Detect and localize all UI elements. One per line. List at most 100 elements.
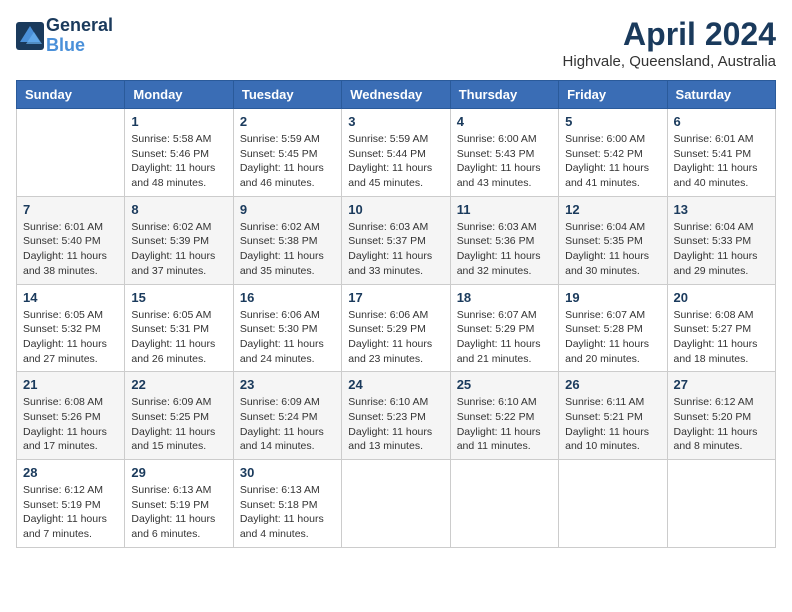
day-number: 4: [457, 114, 552, 129]
header-thursday: Thursday: [450, 81, 558, 109]
day-detail: Sunrise: 6:02 AMSunset: 5:38 PMDaylight:…: [240, 220, 335, 279]
day-detail: Sunrise: 6:07 AMSunset: 5:29 PMDaylight:…: [457, 308, 552, 367]
calendar-cell: 18 Sunrise: 6:07 AMSunset: 5:29 PMDayligh…: [450, 284, 558, 372]
day-detail: Sunrise: 6:08 AMSunset: 5:27 PMDaylight:…: [674, 308, 769, 367]
calendar-cell: 27Sunrise: 6:12 AMSunset: 5:20 PMDayligh…: [667, 372, 775, 460]
calendar-cell: 26 Sunrise: 6:11 AMSunset: 5:21 PMDayligh…: [559, 372, 667, 460]
day-number: 10: [348, 202, 443, 217]
day-detail: Sunrise: 6:04 AMSunset: 5:33 PMDaylight:…: [674, 220, 769, 279]
day-detail: Sunrise: 6:04 AMSunset: 5:35 PMDaylight:…: [565, 220, 660, 279]
calendar-cell: [667, 460, 775, 548]
day-number: 25: [457, 377, 552, 392]
day-number: 13: [674, 202, 769, 217]
calendar-cell: 30 Sunrise: 6:13 AMSunset: 5:18 PMDayligh…: [233, 460, 341, 548]
calendar-cell: 9 Sunrise: 6:02 AMSunset: 5:38 PMDaylight…: [233, 196, 341, 284]
day-detail: Sunrise: 6:10 AMSunset: 5:23 PMDaylight:…: [348, 395, 443, 454]
day-detail: Sunrise: 5:58 AMSunset: 5:46 PMDaylight:…: [131, 132, 226, 191]
calendar-cell: 2 Sunrise: 5:59 AMSunset: 5:45 PMDaylight…: [233, 109, 341, 197]
logo-icon: [16, 22, 44, 50]
calendar-cell: 16Sunrise: 6:06 AMSunset: 5:30 PMDayligh…: [233, 284, 341, 372]
day-number: 12: [565, 202, 660, 217]
calendar-cell: 25Sunrise: 6:10 AMSunset: 5:22 PMDayligh…: [450, 372, 558, 460]
day-number: 3: [348, 114, 443, 129]
day-number: 5: [565, 114, 660, 129]
day-detail: Sunrise: 6:00 AMSunset: 5:43 PMDaylight:…: [457, 132, 552, 191]
day-number: 28: [23, 465, 118, 480]
calendar-cell: 20 Sunrise: 6:08 AMSunset: 5:27 PMDayligh…: [667, 284, 775, 372]
day-number: 14: [23, 290, 118, 305]
day-number: 20: [674, 290, 769, 305]
day-detail: Sunrise: 6:09 AMSunset: 5:24 PMDaylight:…: [240, 395, 335, 454]
calendar-cell: 7 Sunrise: 6:01 AMSunset: 5:40 PMDaylight…: [17, 196, 125, 284]
title-block: April 2024 Highvale, Queensland, Austral…: [563, 16, 776, 70]
day-detail: Sunrise: 6:01 AMSunset: 5:40 PMDaylight:…: [23, 220, 118, 279]
calendar-cell: [559, 460, 667, 548]
day-number: 26: [565, 377, 660, 392]
calendar-table: SundayMondayTuesdayWednesdayThursdayFrid…: [16, 80, 776, 548]
calendar-cell: 3 Sunrise: 5:59 AMSunset: 5:44 PMDaylight…: [342, 109, 450, 197]
day-number: 7: [23, 202, 118, 217]
day-number: 9: [240, 202, 335, 217]
day-number: 15: [131, 290, 226, 305]
calendar-week-row: 7 Sunrise: 6:01 AMSunset: 5:40 PMDaylight…: [17, 196, 776, 284]
logo: General Blue: [16, 16, 113, 56]
logo-text: General Blue: [46, 16, 113, 56]
calendar-cell: 24 Sunrise: 6:10 AMSunset: 5:23 PMDayligh…: [342, 372, 450, 460]
day-detail: Sunrise: 6:13 AMSunset: 5:18 PMDaylight:…: [240, 483, 335, 542]
calendar-cell: 4 Sunrise: 6:00 AMSunset: 5:43 PMDaylight…: [450, 109, 558, 197]
day-detail: Sunrise: 6:01 AMSunset: 5:41 PMDaylight:…: [674, 132, 769, 191]
day-number: 2: [240, 114, 335, 129]
calendar-cell: 8 Sunrise: 6:02 AMSunset: 5:39 PMDaylight…: [125, 196, 233, 284]
day-detail: Sunrise: 6:03 AMSunset: 5:36 PMDaylight:…: [457, 220, 552, 279]
month-title: April 2024: [563, 16, 776, 53]
day-number: 22: [131, 377, 226, 392]
day-detail: Sunrise: 6:05 AMSunset: 5:31 PMDaylight:…: [131, 308, 226, 367]
day-number: 18: [457, 290, 552, 305]
calendar-cell: 12 Sunrise: 6:04 AMSunset: 5:35 PMDayligh…: [559, 196, 667, 284]
page-header: General Blue April 2024 Highvale, Queens…: [16, 16, 776, 70]
calendar-cell: 29 Sunrise: 6:13 AMSunset: 5:19 PMDayligh…: [125, 460, 233, 548]
calendar-cell: [17, 109, 125, 197]
day-number: 1: [131, 114, 226, 129]
day-detail: Sunrise: 6:05 AMSunset: 5:32 PMDaylight:…: [23, 308, 118, 367]
header-sunday: Sunday: [17, 81, 125, 109]
day-detail: Sunrise: 6:13 AMSunset: 5:19 PMDaylight:…: [131, 483, 226, 542]
calendar-cell: 23 Sunrise: 6:09 AMSunset: 5:24 PMDayligh…: [233, 372, 341, 460]
day-number: 23: [240, 377, 335, 392]
calendar-week-row: 21 Sunrise: 6:08 AMSunset: 5:26 PMDayligh…: [17, 372, 776, 460]
calendar-cell: 22 Sunrise: 6:09 AMSunset: 5:25 PMDayligh…: [125, 372, 233, 460]
day-detail: Sunrise: 6:12 AMSunset: 5:19 PMDaylight:…: [23, 483, 118, 542]
header-saturday: Saturday: [667, 81, 775, 109]
calendar-cell: 19Sunrise: 6:07 AMSunset: 5:28 PMDayligh…: [559, 284, 667, 372]
calendar-cell: 14 Sunrise: 6:05 AMSunset: 5:32 PMDayligh…: [17, 284, 125, 372]
day-detail: Sunrise: 6:11 AMSunset: 5:21 PMDaylight:…: [565, 395, 660, 454]
calendar-cell: 13 Sunrise: 6:04 AMSunset: 5:33 PMDayligh…: [667, 196, 775, 284]
day-detail: Sunrise: 6:08 AMSunset: 5:26 PMDaylight:…: [23, 395, 118, 454]
day-detail: Sunrise: 6:07 AMSunset: 5:28 PMDaylight:…: [565, 308, 660, 367]
day-number: 27: [674, 377, 769, 392]
day-number: 17: [348, 290, 443, 305]
day-number: 24: [348, 377, 443, 392]
calendar-cell: 28 Sunrise: 6:12 AMSunset: 5:19 PMDayligh…: [17, 460, 125, 548]
calendar-week-row: 28 Sunrise: 6:12 AMSunset: 5:19 PMDayligh…: [17, 460, 776, 548]
day-detail: Sunrise: 6:02 AMSunset: 5:39 PMDaylight:…: [131, 220, 226, 279]
calendar-cell: 1 Sunrise: 5:58 AMSunset: 5:46 PMDaylight…: [125, 109, 233, 197]
header-wednesday: Wednesday: [342, 81, 450, 109]
calendar-header-row: SundayMondayTuesdayWednesdayThursdayFrid…: [17, 81, 776, 109]
day-detail: Sunrise: 6:09 AMSunset: 5:25 PMDaylight:…: [131, 395, 226, 454]
calendar-cell: [450, 460, 558, 548]
day-detail: Sunrise: 6:06 AMSunset: 5:29 PMDaylight:…: [348, 308, 443, 367]
day-detail: Sunrise: 6:00 AMSunset: 5:42 PMDaylight:…: [565, 132, 660, 191]
header-tuesday: Tuesday: [233, 81, 341, 109]
header-monday: Monday: [125, 81, 233, 109]
calendar-cell: 10Sunrise: 6:03 AMSunset: 5:37 PMDayligh…: [342, 196, 450, 284]
day-number: 30: [240, 465, 335, 480]
day-number: 8: [131, 202, 226, 217]
day-number: 16: [240, 290, 335, 305]
day-detail: Sunrise: 5:59 AMSunset: 5:45 PMDaylight:…: [240, 132, 335, 191]
day-detail: Sunrise: 5:59 AMSunset: 5:44 PMDaylight:…: [348, 132, 443, 191]
calendar-cell: 21 Sunrise: 6:08 AMSunset: 5:26 PMDayligh…: [17, 372, 125, 460]
day-number: 21: [23, 377, 118, 392]
day-number: 29: [131, 465, 226, 480]
calendar-week-row: 1 Sunrise: 5:58 AMSunset: 5:46 PMDaylight…: [17, 109, 776, 197]
